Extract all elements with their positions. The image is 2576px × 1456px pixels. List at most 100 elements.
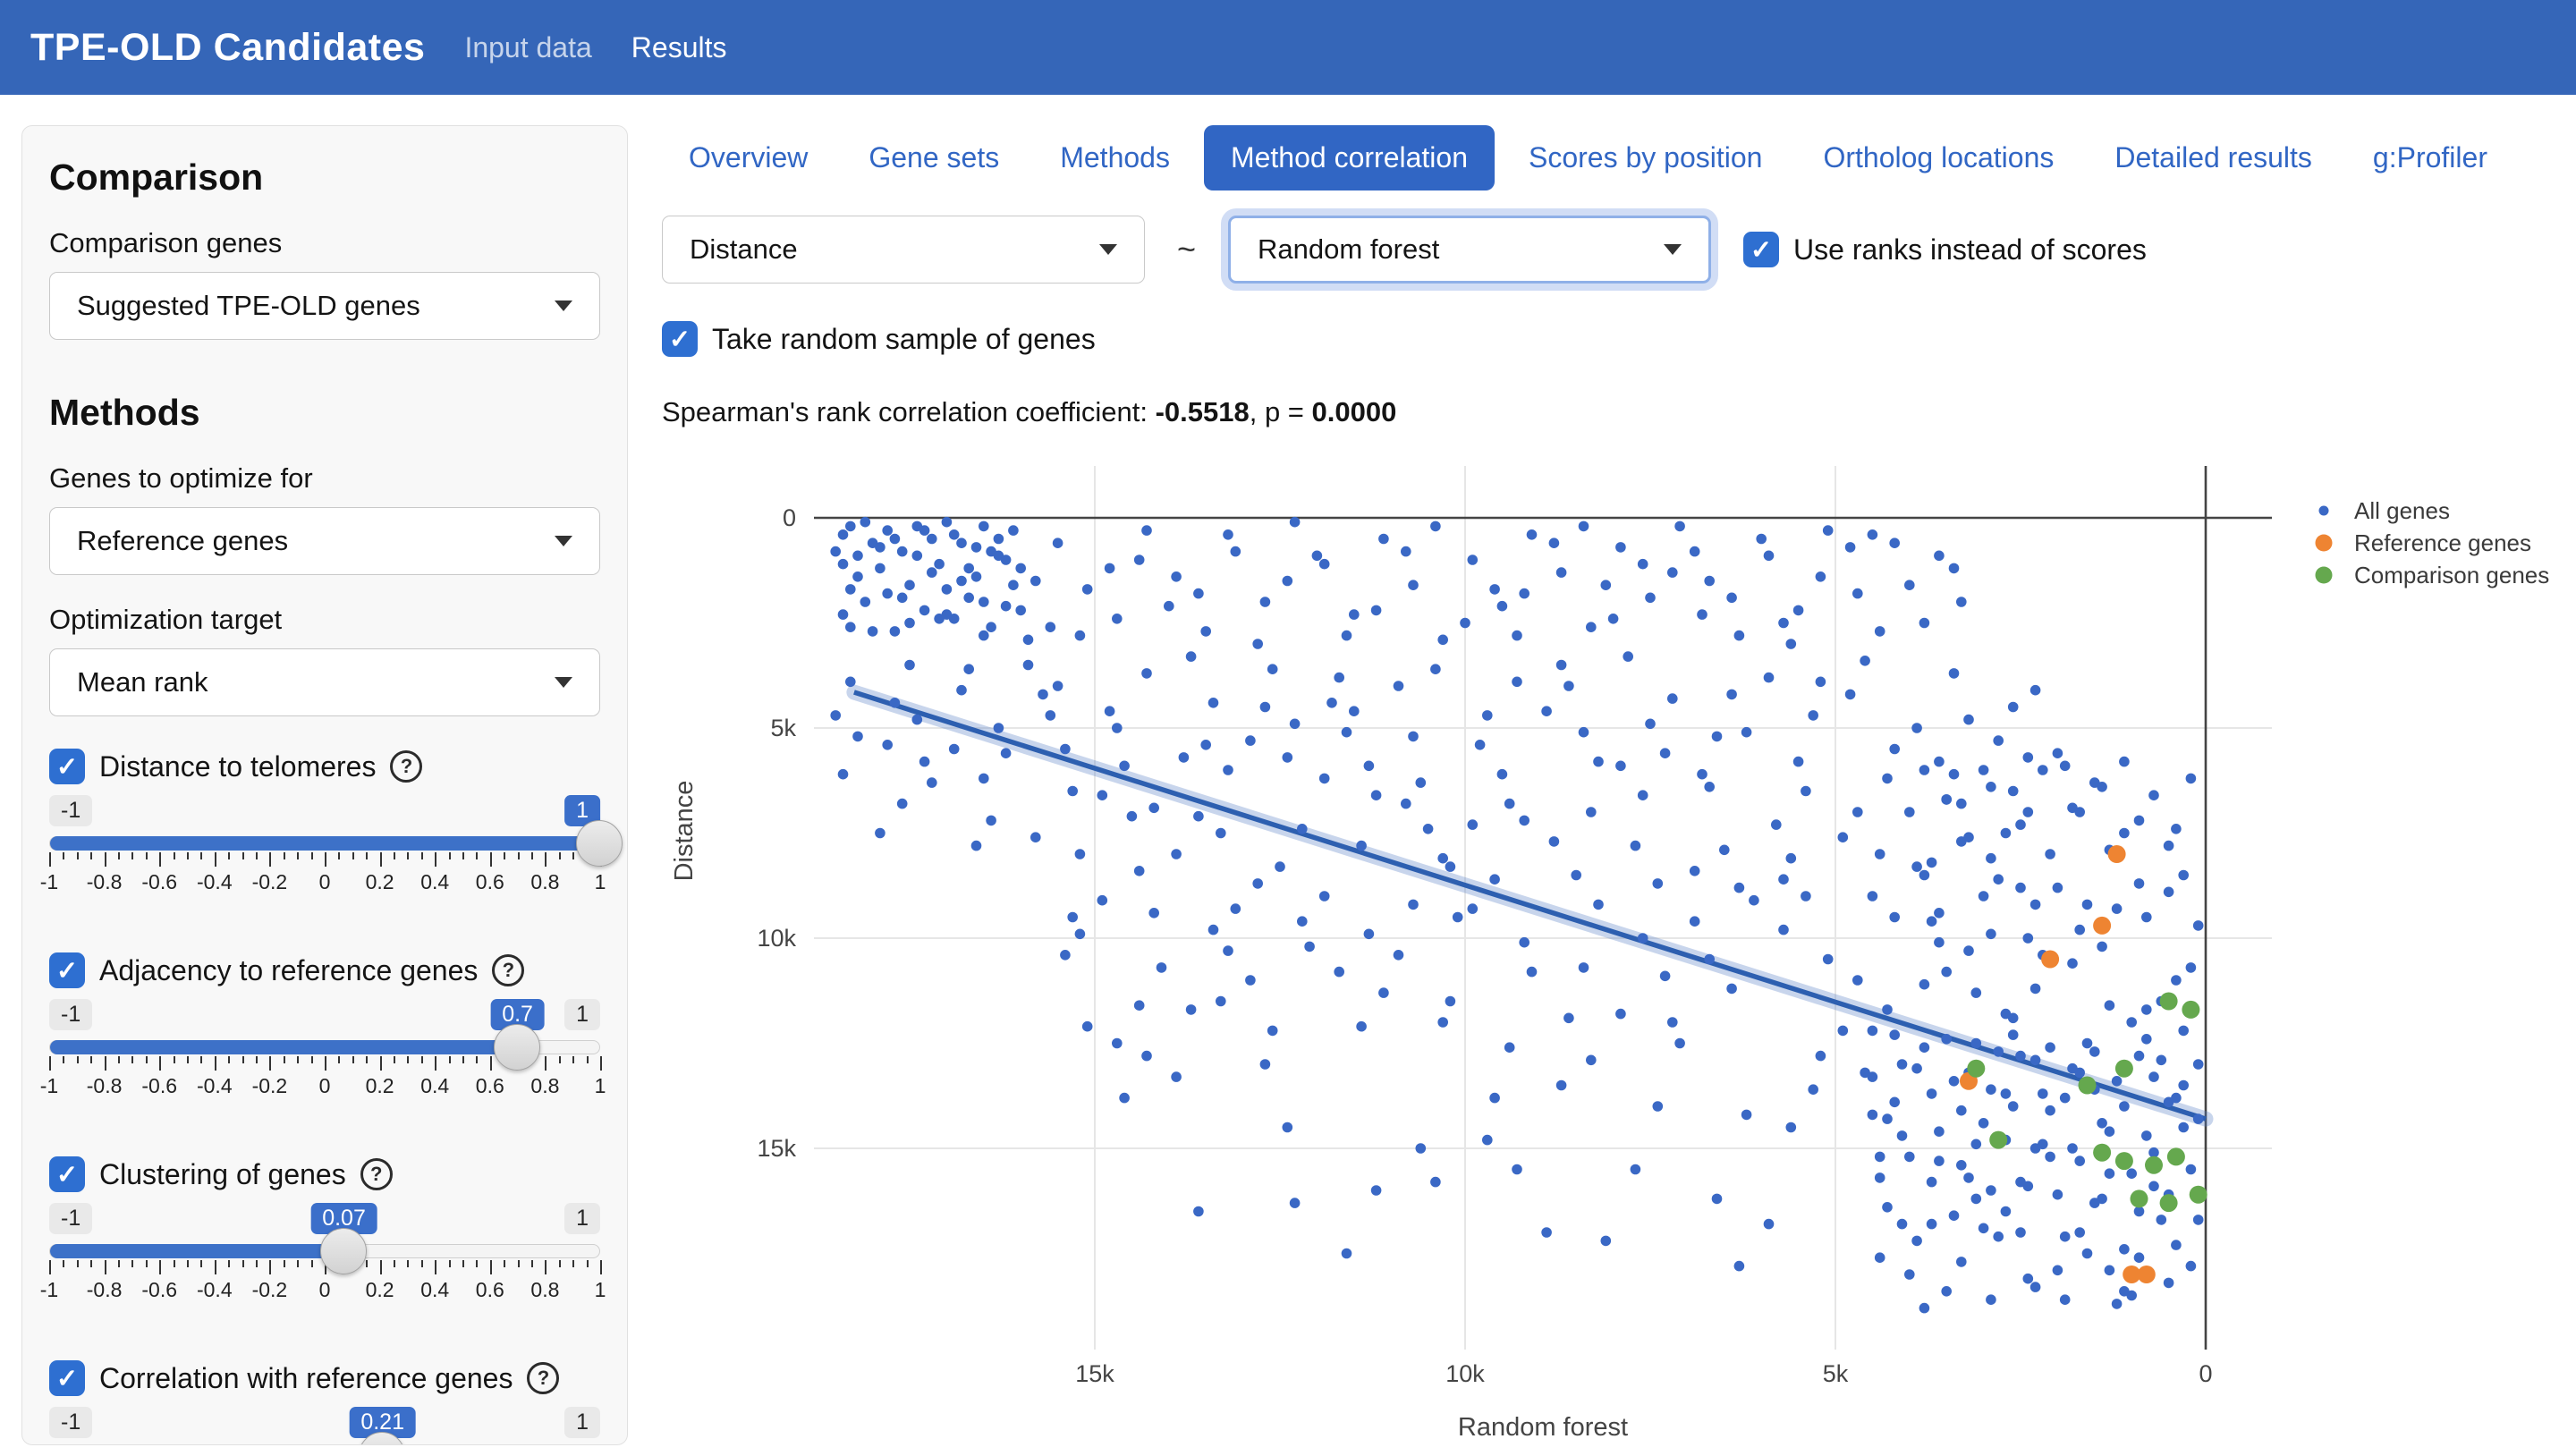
point-all-genes [1882,1113,1893,1124]
point-all-genes [1260,702,1271,713]
point-all-genes [1445,996,1456,1007]
point-all-genes [1497,769,1508,780]
tab-overview[interactable]: Overview [662,125,835,190]
tab-method-correlation[interactable]: Method correlation [1204,125,1495,190]
y-tick-label: 0 [783,504,796,531]
legend-marker-all-genes[interactable] [2319,506,2329,516]
nav-link-input-data[interactable]: Input data [464,31,591,64]
slider-track[interactable] [49,1040,600,1054]
nav-link-results[interactable]: Results [631,31,727,64]
point-all-genes [2008,1013,2019,1024]
point-comparison-genes [2115,1060,2133,1078]
point-all-genes [1911,723,1922,733]
weight-slider[interactable]: -10.71-1-0.8-0.6-0.4-0.200.20.40.60.81 [49,999,600,1101]
legend-marker-reference-genes[interactable] [2316,535,2333,552]
point-all-genes [1290,719,1301,730]
tab-gene-sets[interactable]: Gene sets [842,125,1026,190]
legend-label[interactable]: Reference genes [2354,529,2531,556]
point-all-genes [2053,748,2063,758]
point-all-genes [2119,757,2130,767]
point-all-genes [1127,811,1138,822]
point-all-genes [1667,1017,1678,1028]
help-icon[interactable]: ? [492,954,524,986]
tab-bar: OverviewGene setsMethodsMethod correlati… [662,125,2572,190]
point-all-genes [904,618,915,629]
point-all-genes [2157,1215,2167,1225]
point-comparison-genes [2093,1144,2111,1162]
use-ranks-checkbox[interactable]: ✓ [1743,232,1779,267]
point-all-genes [1697,769,1707,780]
method-x-value: Distance [690,233,798,266]
point-all-genes [2186,962,2197,973]
point-all-genes [1949,769,1960,780]
legend-label[interactable]: All genes [2354,497,2450,524]
slider-track[interactable] [49,836,600,851]
legend-label[interactable]: Comparison genes [2354,562,2549,588]
slider-min-badge: -1 [49,999,92,1030]
chevron-down-icon [1099,244,1117,255]
point-all-genes [1179,752,1190,763]
slider-handle[interactable] [576,820,623,867]
point-all-genes [2008,1029,2019,1040]
method-checkbox-0[interactable]: ✓ [49,749,85,784]
weight-slider[interactable]: -10.071-1-0.8-0.6-0.4-0.200.20.40.60.81 [49,1203,600,1305]
point-all-genes [1141,525,1152,536]
point-all-genes [1148,803,1159,814]
method-checkbox-2[interactable]: ✓ [49,1156,85,1192]
point-all-genes [2053,1189,2063,1200]
point-all-genes [1541,706,1552,716]
method-y-select[interactable]: Random forest [1228,216,1711,284]
point-all-genes [1897,1219,1908,1230]
point-all-genes [1660,971,1671,982]
point-all-genes [1860,656,1870,666]
point-all-genes [919,757,930,767]
point-all-genes [2030,900,2041,910]
point-all-genes [1334,967,1344,978]
point-all-genes [1260,597,1271,607]
slider-handle[interactable] [494,1024,540,1071]
legend-marker-comparison-genes[interactable] [2316,567,2333,584]
point-all-genes [1030,832,1041,842]
point-all-genes [1934,908,1945,918]
point-all-genes [2186,1261,2197,1272]
x-tick-label: 15k [1075,1360,1114,1387]
point-all-genes [1904,807,1915,817]
point-all-genes [1852,975,1863,986]
point-all-genes [2097,782,2107,792]
tab-scores-by-position[interactable]: Scores by position [1502,125,1789,190]
x-axis-title: Random forest [1458,1413,1628,1442]
point-all-genes [1638,790,1648,800]
point-all-genes [2186,774,2197,784]
weight-slider[interactable]: -11-1-0.8-0.6-0.4-0.200.20.40.60.81 [49,795,600,897]
point-all-genes [2105,1266,2115,1276]
point-all-genes [1889,1097,1900,1108]
weight-slider[interactable]: -10.211-1-0.8-0.6-0.4-0.200.20.40.60.81 [49,1407,600,1445]
help-icon[interactable]: ? [390,750,422,783]
point-all-genes [1941,1034,1952,1045]
point-all-genes [1875,1172,1885,1183]
help-icon[interactable]: ? [360,1158,393,1190]
tab-ortholog-locations[interactable]: Ortholog locations [1796,125,2080,190]
tab-methods[interactable]: Methods [1033,125,1197,190]
point-all-genes [1868,891,1878,902]
tab-detailed-results[interactable]: Detailed results [2088,125,2339,190]
slider-track[interactable] [49,1244,600,1258]
point-all-genes [1105,706,1115,716]
random-sample-checkbox[interactable]: ✓ [662,321,698,357]
optimize-genes-select[interactable]: Reference genes [49,507,600,575]
comparison-genes-select[interactable]: Suggested TPE-OLD genes [49,272,600,340]
slider-handle[interactable] [320,1228,367,1274]
point-all-genes [1674,1038,1685,1049]
point-all-genes [2001,1206,2012,1217]
tab-g-profiler[interactable]: g:Profiler [2346,125,2514,190]
point-all-genes [1416,1143,1427,1154]
point-all-genes [2015,819,2026,830]
method-x-select[interactable]: Distance [662,216,1145,284]
point-all-genes [2074,1155,2085,1166]
help-icon[interactable]: ? [527,1362,559,1394]
point-all-genes [986,622,996,632]
optimization-target-select[interactable]: Mean rank [49,648,600,716]
method-checkbox-3[interactable]: ✓ [49,1360,85,1396]
method-checkbox-1[interactable]: ✓ [49,952,85,988]
point-all-genes [1593,757,1604,767]
